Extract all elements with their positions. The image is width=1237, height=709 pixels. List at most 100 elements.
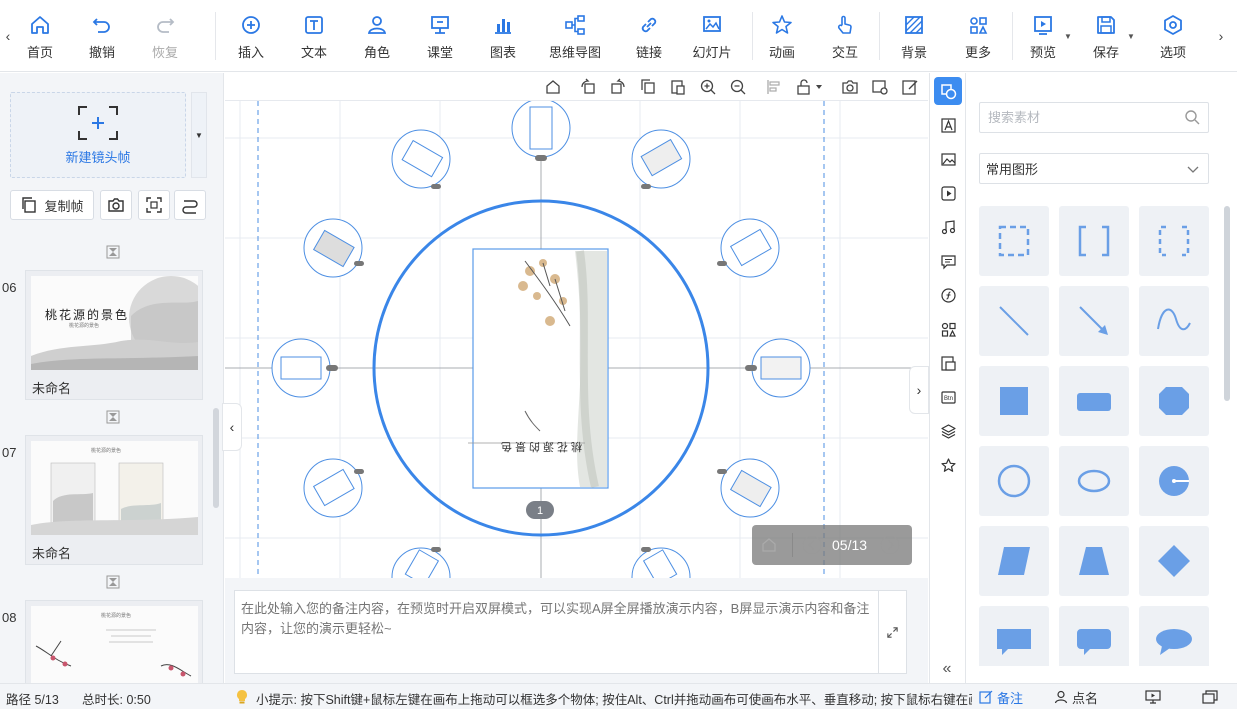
search-input[interactable]: [980, 103, 1180, 132]
tab-video[interactable]: [934, 179, 962, 207]
shape-octagon[interactable]: [1139, 366, 1209, 436]
slide-card[interactable]: 桃花源的景色 桃花源的景色 未命名: [25, 270, 203, 400]
frame-thumb-top-right[interactable]: [631, 129, 691, 189]
screenshot-button[interactable]: [841, 78, 859, 96]
align-button[interactable]: [765, 78, 783, 96]
chart-button[interactable]: 图表: [473, 10, 533, 64]
tab-shapes[interactable]: [934, 77, 962, 105]
frame-thumb-top-left[interactable]: [391, 129, 451, 189]
shape-parallelogram[interactable]: [979, 526, 1049, 596]
mindmap-button[interactable]: 思维导图: [545, 10, 605, 64]
options-button[interactable]: 选项: [1143, 10, 1203, 64]
slide-item[interactable]: 07 桃花源的景色 未命名: [0, 435, 210, 565]
tab-templates[interactable]: [934, 349, 962, 377]
tab-favorites[interactable]: [934, 451, 962, 479]
text-button[interactable]: 文本: [284, 10, 344, 64]
zoom-out-button[interactable]: [729, 78, 747, 96]
tab-formula[interactable]: [934, 281, 962, 309]
animation-button[interactable]: 动画: [752, 10, 812, 64]
roll-call-button[interactable]: 点名: [1054, 687, 1098, 707]
preview-dropdown-icon[interactable]: ▼: [1064, 32, 1072, 41]
expand-right-panel-button[interactable]: ›: [909, 366, 929, 414]
collapse-left-panel-button[interactable]: ‹: [222, 403, 242, 451]
home-button[interactable]: 首页: [10, 10, 70, 64]
shape-circle-outline[interactable]: [979, 446, 1049, 516]
search-icon[interactable]: [1184, 109, 1201, 126]
link-button[interactable]: 链接: [619, 10, 679, 64]
classroom-button[interactable]: 课堂: [410, 10, 470, 64]
tab-music[interactable]: [934, 213, 962, 241]
tab-layers[interactable]: [934, 417, 962, 445]
zoom-in-button[interactable]: [699, 78, 717, 96]
slideshow-button[interactable]: 幻灯片: [682, 10, 742, 64]
shape-rounded-rectangle[interactable]: [1059, 366, 1129, 436]
frame-thumb-upper-right[interactable]: [717, 218, 780, 278]
toolbar-scroll-right-icon[interactable]: ›: [1214, 24, 1228, 48]
shape-trapezoid[interactable]: [1059, 526, 1129, 596]
next-frame-icon[interactable]: [880, 535, 900, 555]
frame-thumb-top[interactable]: [511, 101, 571, 161]
redo-button[interactable]: 恢复: [135, 10, 195, 64]
paste-button[interactable]: [669, 78, 687, 96]
shape-dashed-brackets[interactable]: [1139, 206, 1209, 276]
edit-button[interactable]: [901, 78, 919, 96]
home-icon[interactable]: [760, 536, 778, 554]
shape-diamond[interactable]: [1139, 526, 1209, 596]
shape-pie[interactable]: [1139, 446, 1209, 516]
shape-dashed-rectangle[interactable]: [979, 206, 1049, 276]
frames-scrollbar[interactable]: [213, 408, 219, 508]
insert-button[interactable]: 插入: [221, 10, 281, 64]
frame-thumb-upper-left[interactable]: [303, 218, 364, 278]
shape-curve[interactable]: [1139, 286, 1209, 356]
shape-ellipse-outline[interactable]: [1059, 446, 1129, 516]
new-frame-button[interactable]: 新建镜头帧: [10, 92, 186, 178]
tab-buttons[interactable]: Btn: [934, 383, 962, 411]
fit-frame-button[interactable]: [138, 190, 170, 220]
new-frame-dropdown[interactable]: ▼: [191, 92, 207, 178]
tab-images[interactable]: [934, 145, 962, 173]
image-settings-button[interactable]: [871, 78, 889, 96]
screen-icon[interactable]: [1145, 690, 1161, 704]
previous-frame-icon[interactable]: [802, 535, 822, 555]
undo-button[interactable]: 撤销: [72, 10, 132, 64]
shape-callout-rounded[interactable]: [1059, 606, 1129, 666]
frame-thumb-left[interactable]: [271, 338, 338, 398]
slide-transition-icon[interactable]: [106, 410, 120, 424]
rotate-right-button[interactable]: [609, 78, 627, 96]
window-mode-icon[interactable]: [1202, 690, 1218, 704]
frame-thumb-bottom-right[interactable]: [631, 547, 691, 578]
more-button[interactable]: 更多: [948, 10, 1008, 64]
frame-thumb-right[interactable]: [745, 338, 811, 398]
frame-thumb-lower-right[interactable]: [717, 458, 780, 518]
copy-frame-button[interactable]: 复制帧: [10, 190, 94, 220]
copy-button[interactable]: [639, 78, 657, 96]
shape-arrow[interactable]: [1059, 286, 1129, 356]
snapshot-button[interactable]: [100, 190, 132, 220]
notes-input[interactable]: [234, 590, 879, 674]
editor-canvas[interactable]: 桃花源的景色 1 05/13: [225, 73, 928, 578]
tab-text-art[interactable]: [934, 111, 962, 139]
character-button[interactable]: 角色: [347, 10, 407, 64]
shape-callout-rectangle[interactable]: [979, 606, 1049, 666]
interaction-button[interactable]: 交互: [815, 10, 875, 64]
shape-callout-oval[interactable]: [1139, 606, 1209, 666]
background-button[interactable]: 背景: [884, 10, 944, 64]
tab-comments[interactable]: [934, 247, 962, 275]
slide-transition-icon[interactable]: [106, 575, 120, 589]
frame-thumb-bottom-left[interactable]: [391, 547, 451, 578]
notes-toggle-button[interactable]: 备注: [979, 687, 1023, 707]
slide-item[interactable]: 08 桃花源的景色: [0, 600, 210, 683]
resource-scrollbar[interactable]: [1224, 206, 1230, 401]
notes-expand-button[interactable]: [878, 590, 907, 674]
path-order-button[interactable]: [174, 190, 206, 220]
lock-dropdown-button[interactable]: [795, 78, 825, 96]
canvas-home-button[interactable]: [544, 78, 562, 96]
presentation-stage[interactable]: 桃花源的景色 1: [225, 101, 928, 578]
shape-line[interactable]: [979, 286, 1049, 356]
category-select[interactable]: 常用图形: [979, 153, 1209, 184]
save-dropdown-icon[interactable]: ▼: [1127, 32, 1135, 41]
tab-elements[interactable]: [934, 315, 962, 343]
slide-card[interactable]: 桃花源的景色: [25, 600, 203, 683]
slide-transition-icon[interactable]: [106, 245, 120, 259]
shape-brackets[interactable]: [1059, 206, 1129, 276]
